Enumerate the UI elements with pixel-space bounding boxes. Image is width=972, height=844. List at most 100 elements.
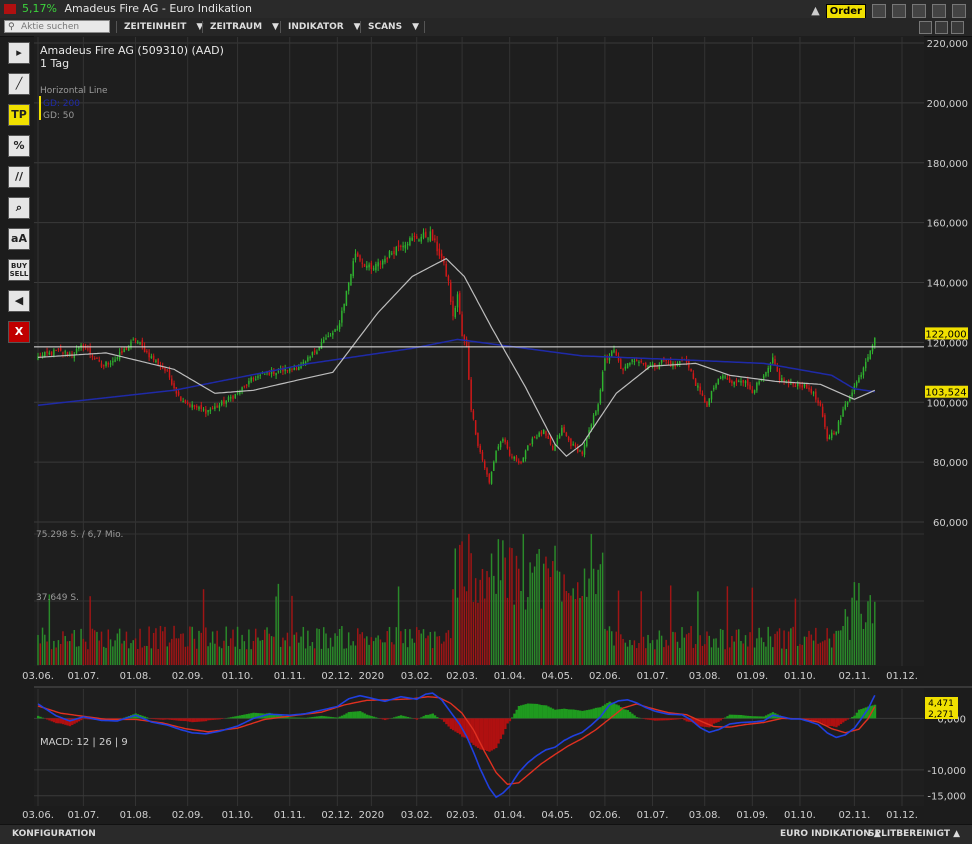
volume-bar [359, 634, 360, 665]
macd-date-tick-label: 02.09. [172, 810, 204, 821]
volume-bar [790, 628, 791, 665]
volume-bar [425, 638, 426, 665]
volume-bar [770, 636, 771, 665]
macd-histogram-bar [522, 705, 524, 719]
macd-histogram-bar [375, 717, 377, 718]
volume-bar [634, 640, 635, 665]
macd-histogram-bar [513, 714, 515, 719]
candle-body [718, 379, 719, 385]
candle-body [53, 350, 54, 356]
candle-body [323, 340, 324, 343]
volume-bar [309, 646, 310, 665]
candle-body [350, 274, 351, 286]
volume-bar [638, 643, 639, 665]
candle-body [520, 462, 521, 463]
macd-histogram-bar [572, 709, 574, 718]
macd-histogram-bar [740, 715, 742, 718]
candle-body [298, 367, 299, 370]
volume-bar [119, 629, 120, 665]
volume-bar [407, 647, 408, 665]
volume-bar [49, 594, 50, 665]
volume-bar [491, 553, 492, 665]
volume-bar [493, 576, 494, 665]
candle-body [137, 342, 138, 343]
volume-bar [89, 596, 90, 665]
candle-body [330, 336, 331, 337]
volume-bar [693, 648, 694, 665]
candle-body [629, 363, 630, 365]
macd-histogram-bar [529, 704, 531, 719]
macd-histogram-bar [209, 718, 211, 720]
signal-value-label: 2,271 [928, 710, 954, 720]
macd-histogram-bar [393, 717, 395, 718]
macd-histogram-bar [162, 718, 164, 719]
candle-body [863, 368, 864, 376]
volume-bar [439, 636, 440, 665]
macd-histogram-bar [398, 716, 400, 718]
macd-histogram-bar [506, 718, 508, 723]
volume-bar [253, 641, 254, 665]
macd-histogram-bar [203, 718, 205, 721]
volume-bar [191, 627, 192, 665]
candle-body [867, 357, 868, 361]
volume-bar [557, 571, 558, 665]
macd-histogram-bar [193, 718, 195, 722]
candle-body [58, 348, 59, 349]
macd-histogram-bar [842, 718, 844, 722]
macd-histogram-bar [577, 710, 579, 718]
volume-bar [230, 638, 231, 665]
candle-body [278, 371, 279, 372]
macd-histogram-bar [638, 718, 640, 719]
volume-bar [545, 557, 546, 665]
candle-body [482, 452, 483, 460]
candle-body [847, 402, 848, 405]
volume-bar [128, 648, 129, 665]
macd-histogram-bar [747, 716, 749, 719]
macd-date-tick-label: 2020 [359, 810, 384, 821]
volume-bar [87, 649, 88, 665]
legend-horizontal-line: Horizontal Line [40, 86, 108, 96]
chart-area[interactable]: 60,00080,000100,000120,000140,000160,000… [0, 0, 972, 843]
candle-body [384, 259, 385, 263]
volume-bar [108, 629, 109, 665]
macd-histogram-bar [597, 708, 599, 719]
volume-bar [264, 630, 265, 665]
splitbereinigt-button[interactable]: SPLITBEREINIGT ▲ [868, 825, 960, 844]
konfiguration-button[interactable]: KONFIGURATION [12, 825, 96, 844]
volume-bar [225, 627, 226, 665]
volume-bar [808, 631, 809, 665]
macd-histogram-bar [382, 718, 384, 719]
macd-histogram-bar [53, 718, 55, 722]
candle-body [645, 363, 646, 367]
volume-bar [548, 568, 549, 665]
volume-bar [232, 630, 233, 665]
candle-body [427, 239, 428, 240]
macd-histogram-bar [636, 717, 638, 718]
candle-body [187, 402, 188, 404]
macd-histogram-bar [243, 715, 245, 719]
volume-bar [432, 648, 433, 665]
candle-body [343, 304, 344, 311]
candle-body [865, 362, 866, 368]
macd-histogram-bar [198, 718, 200, 721]
macd-histogram-bar [552, 709, 554, 719]
volume-bar [616, 632, 617, 665]
candle-body [180, 397, 181, 401]
macd-date-tick-label: 04.05. [541, 810, 573, 821]
volume-bar [237, 627, 238, 665]
euro-indikation-button[interactable]: EURO INDIKATION ▲ [780, 825, 881, 844]
candle-body [348, 283, 349, 291]
macd-histogram-bar [196, 718, 198, 722]
macd-histogram-bar [39, 717, 41, 719]
volume-bar [568, 593, 569, 665]
macd-histogram-bar [568, 709, 570, 718]
candle-body [470, 380, 471, 411]
volume-bar [806, 637, 807, 665]
volume-bar [740, 641, 741, 665]
volume-bar [405, 629, 406, 665]
volume-bar [146, 646, 147, 665]
volume-bar [797, 646, 798, 665]
macd-histogram-bar [352, 712, 354, 719]
macd-histogram-bar [817, 718, 819, 721]
candle-body [561, 428, 562, 435]
